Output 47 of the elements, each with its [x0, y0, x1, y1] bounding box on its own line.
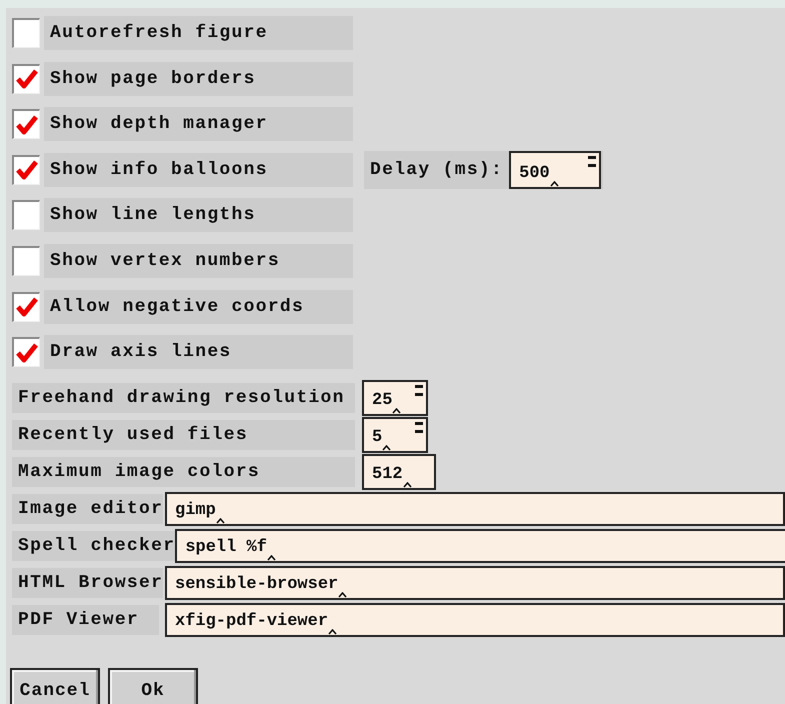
checkbox[interactable] [12, 292, 40, 322]
option-label: Allow negative coords [44, 290, 353, 324]
text-cursor-icon [266, 554, 276, 561]
checkmark-icon [16, 114, 38, 136]
number-field[interactable]: 512 [362, 454, 436, 490]
option-label: Draw axis lines [44, 335, 353, 370]
setting-label: Freehand drawing resolution [12, 382, 355, 413]
checkmark-icon [16, 68, 38, 90]
number-field[interactable]: 25 [362, 380, 428, 416]
checkbox[interactable] [12, 64, 40, 94]
option-label: Show line lengths [44, 198, 353, 232]
option-label: Show page borders [44, 62, 353, 96]
option-label: Autorefresh figure [44, 16, 353, 50]
setting-label: Image editor [12, 494, 164, 524]
checkbox[interactable] [12, 109, 40, 140]
delay-field[interactable]: 500 [509, 150, 602, 189]
setting-label: Recently used files [12, 420, 355, 450]
checkmark-icon [16, 159, 38, 182]
checkmark-icon [16, 296, 38, 318]
cancel-button[interactable]: Cancel [10, 668, 100, 704]
setting-label: Maximum image colors [12, 456, 355, 487]
ok-button[interactable]: Ok [108, 668, 198, 704]
text-field[interactable]: xfig-pdf-viewer [165, 602, 785, 637]
checkbox[interactable] [12, 337, 40, 368]
text-field[interactable]: spell %f [175, 528, 785, 563]
text-field[interactable]: gimp [165, 492, 785, 526]
setting-label: Spell checker [12, 530, 176, 561]
option-label: Show vertex numbers [44, 244, 353, 278]
checkbox[interactable] [12, 246, 40, 276]
number-field[interactable]: 5 [362, 416, 428, 453]
checkbox[interactable] [12, 200, 40, 230]
text-cursor-icon [328, 628, 338, 635]
checkmark-icon [16, 342, 38, 364]
text-cursor-icon [392, 408, 402, 414]
checkbox[interactable] [12, 154, 40, 185]
option-label: Show info balloons [44, 152, 353, 187]
text-cursor-icon [382, 444, 392, 451]
text-cursor-icon [402, 482, 412, 488]
text-cursor-icon [550, 180, 559, 187]
setting-label: HTML Browser [12, 568, 164, 598]
setting-label: PDF Viewer [12, 604, 160, 635]
checkbox[interactable] [12, 18, 40, 48]
text-cursor-icon [216, 518, 225, 524]
option-label: Show depth manager [44, 107, 353, 142]
text-cursor-icon [338, 592, 348, 598]
delay-label: Delay (ms): [369, 160, 504, 180]
text-field[interactable]: sensible-browser [165, 566, 785, 600]
